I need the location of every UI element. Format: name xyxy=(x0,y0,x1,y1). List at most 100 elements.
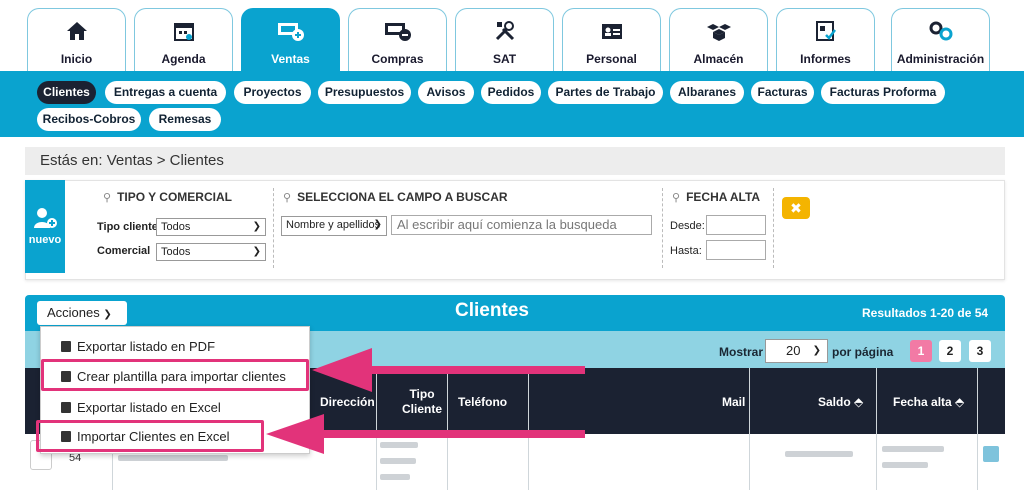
per-page-select[interactable]: 20 ❯ xyxy=(765,339,828,363)
tab-label: Almacén xyxy=(693,52,744,66)
breadcrumb-text: Estás en: Ventas > Clientes xyxy=(40,152,224,169)
subnav-pedidos[interactable]: Pedidos xyxy=(481,81,541,104)
tab-label: Personal xyxy=(586,52,637,66)
tab-personal[interactable]: Personal xyxy=(562,8,661,71)
search-icon: ⚲ xyxy=(103,192,112,204)
blurred-text xyxy=(785,451,853,457)
column-divider xyxy=(977,368,978,490)
search-icon: ⚲ xyxy=(283,192,292,204)
desde-label: Desde: xyxy=(670,220,705,232)
subnav-facturas[interactable]: Facturas xyxy=(751,81,814,104)
row-action-icon[interactable] xyxy=(983,446,999,462)
tab-label: Informes xyxy=(800,52,851,66)
filter-group-fecha-alta: ⚲ FECHA ALTA xyxy=(672,190,761,204)
subnav-avisos[interactable]: Avisos xyxy=(418,81,474,104)
chevron-down-icon: ❯ xyxy=(252,246,261,257)
fecha-hasta-input[interactable] xyxy=(706,240,766,260)
arrow-left-icon xyxy=(312,348,585,392)
fecha-desde-input[interactable] xyxy=(706,215,766,235)
id-card-icon xyxy=(601,24,622,39)
acciones-button[interactable]: Acciones ❯ xyxy=(37,301,127,325)
breadcrumb: Estás en: Ventas > Clientes xyxy=(25,147,1005,175)
tab-label: Ventas xyxy=(271,52,310,66)
divider xyxy=(662,188,663,268)
results-count: Resultados 1-20 de 54 xyxy=(862,306,989,320)
tab-sat[interactable]: SAT xyxy=(455,8,554,71)
subnav-entregas-a-cuenta[interactable]: Entregas a cuenta xyxy=(105,81,226,104)
chevron-down-icon: ❯ xyxy=(812,345,821,356)
subnav-facturas-proforma[interactable]: Facturas Proforma xyxy=(821,81,945,104)
page-1-button[interactable]: 1 xyxy=(910,340,932,362)
home-icon xyxy=(66,22,87,40)
col-saldo[interactable]: Saldo ⬘ xyxy=(818,395,863,409)
tipo-cliente-label: Tipo cliente xyxy=(97,221,158,233)
menu-item-exportar-excel[interactable]: Exportar listado en Excel xyxy=(61,400,221,415)
tools-icon xyxy=(495,21,514,41)
new-client-button[interactable]: nuevo xyxy=(25,180,65,273)
menu-item-exportar-pdf[interactable]: Exportar listado en PDF xyxy=(61,339,215,354)
tab-inicio[interactable]: Inicio xyxy=(27,8,126,71)
column-divider xyxy=(876,368,877,490)
comercial-select[interactable]: Todos ❯ xyxy=(156,243,266,261)
tab-agenda[interactable]: Agenda xyxy=(134,8,233,71)
col-telefono[interactable]: Teléfono xyxy=(458,395,507,409)
blurred-text xyxy=(380,458,416,464)
per-page-label: por página xyxy=(832,345,894,359)
tipo-cliente-select[interactable]: Todos ❯ xyxy=(156,218,266,236)
search-icon: ⚲ xyxy=(672,192,681,204)
tab-label: SAT xyxy=(492,52,517,66)
calendar-icon xyxy=(173,23,194,41)
col-direccion[interactable]: Dirección xyxy=(320,395,375,409)
col-mail[interactable]: Mail xyxy=(722,395,745,409)
column-divider xyxy=(749,368,750,490)
tab-label: Inicio xyxy=(60,52,93,66)
blurred-text xyxy=(380,474,410,480)
main-tabs: Inicio Agenda Ventas Compras SAT Persona… xyxy=(0,0,1024,71)
mostrar-label: Mostrar xyxy=(719,345,764,359)
blurred-text xyxy=(882,462,928,468)
tab-label: Administración xyxy=(896,52,985,66)
tab-almacen[interactable]: Almacén xyxy=(669,8,768,71)
filter-group-tipo-comercial: ⚲ TIPO Y COMERCIAL xyxy=(103,190,232,204)
blurred-text xyxy=(882,446,944,452)
subnav-partes-de-trabajo[interactable]: Partes de Trabajo xyxy=(548,81,663,104)
arrow-left-icon xyxy=(266,414,585,454)
divider xyxy=(273,188,274,268)
highlight-crear-plantilla xyxy=(41,359,309,391)
page-3-button[interactable]: 3 xyxy=(969,340,991,362)
tab-administracion[interactable]: Administración xyxy=(891,8,990,71)
results-title: Clientes xyxy=(455,300,529,321)
chevron-down-icon: ❯ xyxy=(103,309,112,320)
subnav-remesas[interactable]: Remesas xyxy=(149,108,221,131)
highlight-importar-excel xyxy=(36,420,264,452)
add-user-icon xyxy=(34,208,57,228)
boxes-icon xyxy=(706,24,731,41)
campo-buscar-select[interactable]: Nombre y apellidos ❯ xyxy=(281,216,387,236)
subnav-proyectos[interactable]: Proyectos xyxy=(234,81,311,104)
subnav-recibos-cobros[interactable]: Recibos-Cobros xyxy=(37,108,141,131)
comercial-label: Comercial xyxy=(97,245,151,257)
chevron-down-icon: ❯ xyxy=(252,221,261,232)
hasta-label: Hasta: xyxy=(670,245,702,257)
subnav-clientes[interactable]: Clientes xyxy=(37,81,96,104)
col-fecha-alta[interactable]: Fecha alta ⬘ xyxy=(893,395,964,409)
subnav-albaranes[interactable]: Albaranes xyxy=(670,81,744,104)
tab-informes[interactable]: Informes xyxy=(776,8,875,71)
new-client-label: nuevo xyxy=(28,234,62,246)
gears-icon xyxy=(929,21,952,41)
money-minus-icon xyxy=(384,23,411,41)
close-icon: ✖ xyxy=(790,200,802,216)
search-input[interactable]: Al escribir aquí comienza la busqueda xyxy=(391,215,652,235)
tab-compras[interactable]: Compras xyxy=(348,8,447,71)
money-plus-icon xyxy=(277,23,304,41)
tab-label: Compras xyxy=(371,52,424,66)
clear-filters-button[interactable]: ✖ xyxy=(782,197,810,219)
tab-label: Agenda xyxy=(161,52,206,66)
excel-icon xyxy=(61,402,71,413)
subnav-presupuestos[interactable]: Presupuestos xyxy=(318,81,411,104)
chevron-down-icon: ❯ xyxy=(373,219,382,230)
pdf-icon xyxy=(61,341,71,352)
page-2-button[interactable]: 2 xyxy=(939,340,961,362)
filter-group-campo: ⚲ SELECCIONA EL CAMPO A BUSCAR xyxy=(283,190,508,204)
tab-ventas[interactable]: Ventas xyxy=(241,8,340,71)
